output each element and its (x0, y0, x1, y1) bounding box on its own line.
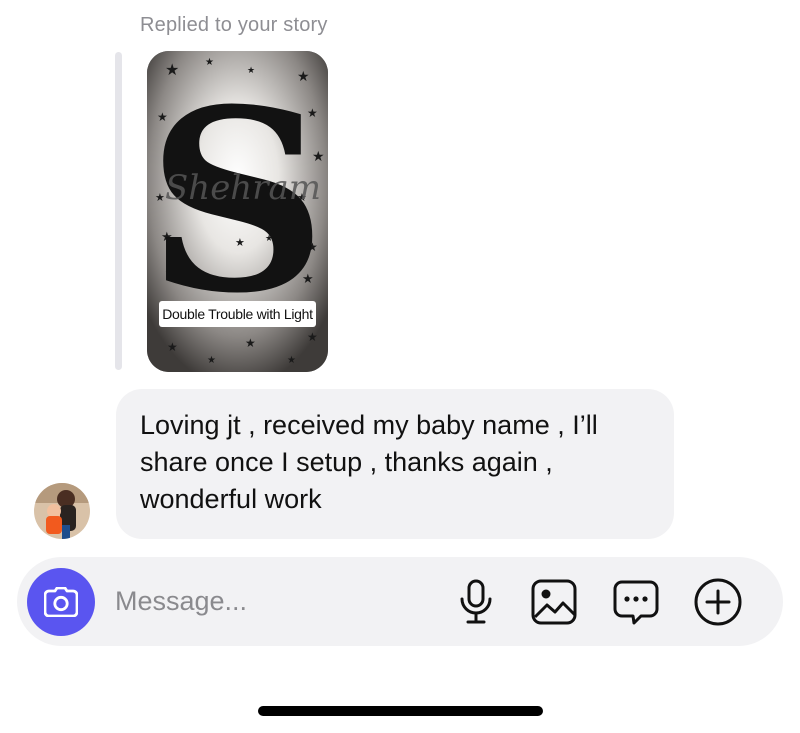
more-options-button[interactable] (693, 577, 743, 627)
microphone-icon (460, 579, 492, 624)
replied-to-story-label: Replied to your story (140, 14, 328, 36)
svg-text:Shehram: Shehram (165, 168, 321, 208)
story-caption: Double Trouble with Light (159, 301, 316, 327)
message-composer (17, 557, 783, 646)
plus-icon (694, 578, 742, 626)
gallery-button[interactable] (529, 577, 579, 627)
camera-icon (44, 587, 78, 617)
home-indicator[interactable] (258, 706, 543, 716)
message-input[interactable] (115, 581, 435, 621)
svg-text:★: ★ (287, 355, 296, 366)
svg-text:★: ★ (207, 355, 216, 366)
sticker-button[interactable] (611, 577, 661, 627)
avatar[interactable] (34, 483, 90, 539)
sticker-chat-icon (613, 580, 659, 625)
story-preview[interactable]: ★ ★ ★ ★ ★ ★ ★ ★ ★ ★ ★ ★ ★ ★ ★ ★ ★ ★ ★ ★ … (147, 51, 328, 372)
message-text: Loving jt , received my baby name , I’ll… (140, 410, 598, 514)
message-bubble[interactable]: Loving jt , received my baby name , I’ll… (116, 389, 674, 539)
voice-message-button[interactable] (451, 577, 501, 627)
reply-quote-bar (115, 52, 122, 370)
camera-button[interactable] (27, 568, 95, 636)
gallery-icon (531, 579, 577, 625)
